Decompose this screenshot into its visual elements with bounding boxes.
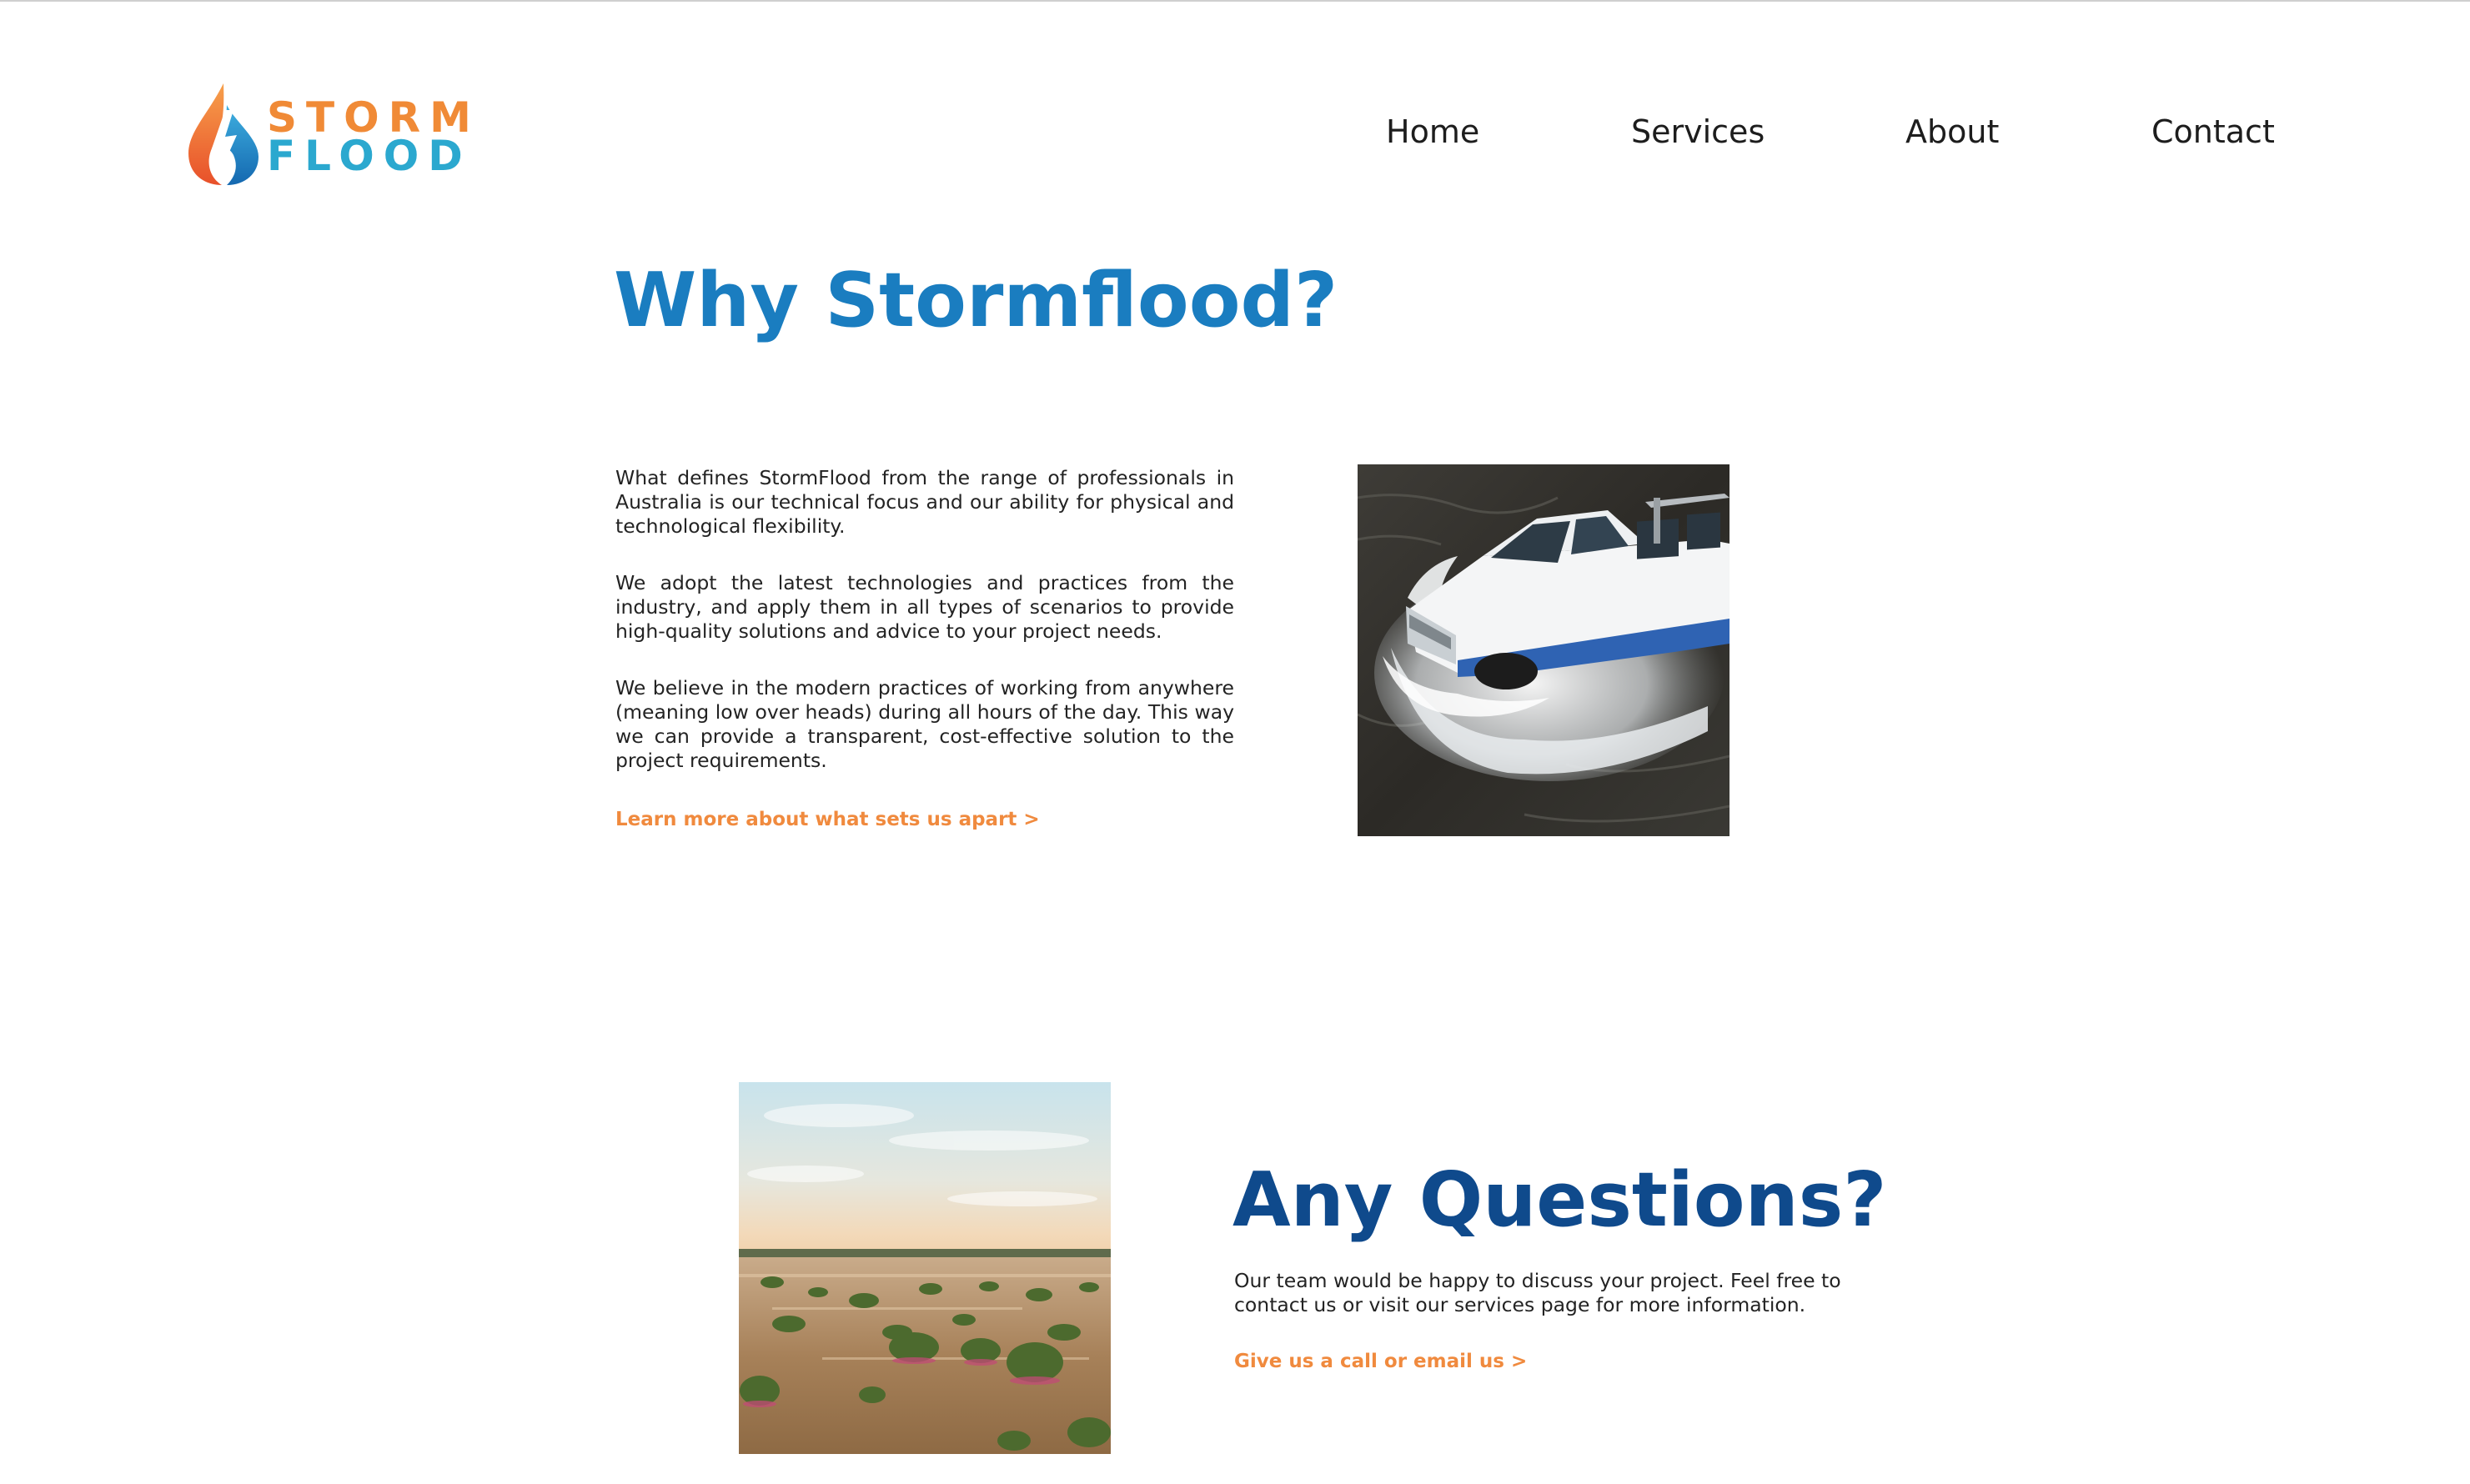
top-divider [0, 0, 2470, 2]
logo-word-flood: FLOOD [267, 132, 472, 180]
why-paragraph-1: What defines StormFlood from the range o… [615, 466, 1234, 538]
nav-contact[interactable]: Contact [2151, 113, 2275, 155]
why-paragraph-3: We believe in the modern practices of wo… [615, 676, 1234, 772]
learn-more-link[interactable]: Learn more about what sets us apart > [615, 807, 1040, 832]
why-stormflood-heading: Why Stormflood? [614, 257, 1338, 344]
truck-flood-photo [1358, 464, 1730, 836]
stormflood-logo[interactable]: STORM FLOOD [183, 80, 509, 188]
nav-services[interactable]: Services [1631, 113, 1765, 155]
flooded-landscape-photo [739, 1082, 1111, 1454]
page: STORM FLOOD Home Services About Contact … [0, 0, 2470, 1484]
storm-drop-icon [188, 83, 259, 185]
contact-call-email-link[interactable]: Give us a call or email us > [1234, 1349, 1527, 1374]
nav-about[interactable]: About [1905, 113, 1999, 155]
logo-word-storm: STORM [267, 93, 480, 142]
nav-home[interactable]: Home [1386, 113, 1479, 155]
why-paragraph-2: We adopt the latest technologies and pra… [615, 571, 1234, 643]
any-questions-heading: Any Questions? [1232, 1156, 1887, 1244]
questions-text: Our team would be happy to discuss your … [1234, 1269, 1841, 1316]
